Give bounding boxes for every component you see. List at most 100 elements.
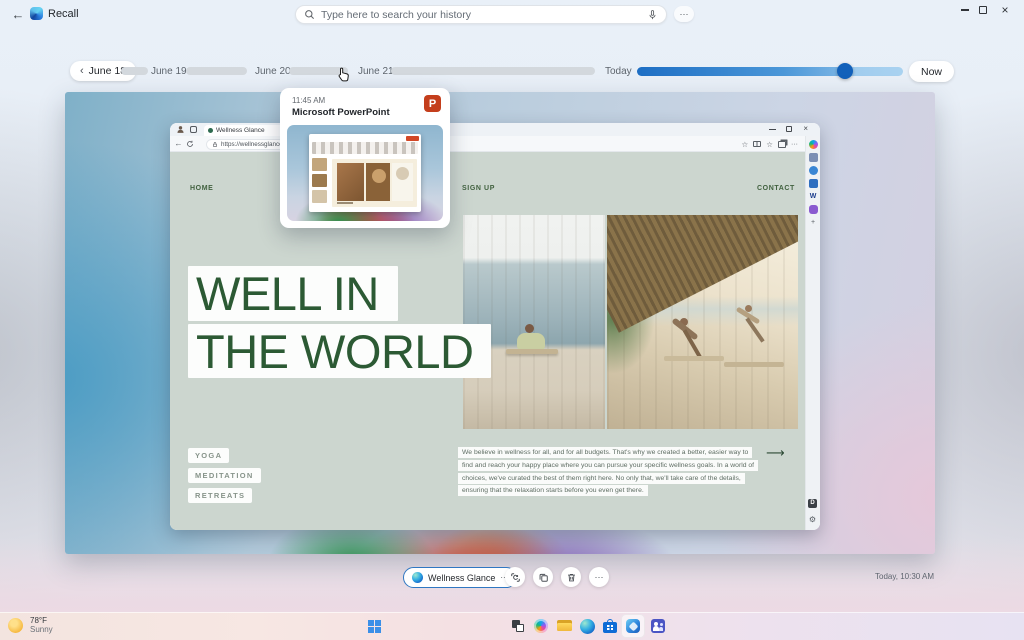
edge-button[interactable]: [577, 616, 597, 636]
tools-icon: [808, 153, 818, 162]
recall-app-window: ← Recall Type here to search your histor…: [0, 0, 1024, 640]
thumbnail-ppt-window: [309, 134, 421, 212]
browser-tab: Wellness Glance ×: [204, 125, 288, 136]
teams-icon: [651, 619, 665, 633]
toolbar-more-icon: ···: [791, 140, 798, 148]
photo-seated-yoga: [463, 215, 605, 429]
recall-taskbar-button[interactable]: [621, 614, 645, 638]
delete-button[interactable]: [561, 567, 581, 587]
open-app-label: Wellness Glance: [428, 572, 496, 583]
profile-icon: [176, 125, 185, 134]
timeline-slider-track[interactable]: [637, 67, 903, 76]
history-search-input[interactable]: Type here to search your history: [295, 5, 667, 24]
split-screen-icon: [753, 141, 762, 147]
timeline-segment[interactable]: [391, 67, 595, 75]
weather-widget[interactable]: 78°F Sunny: [8, 616, 53, 634]
lock-icon: [212, 141, 218, 148]
powerpoint-icon: P: [424, 95, 441, 112]
file-explorer-button[interactable]: [554, 616, 574, 636]
arrow-right-icon: ⟶: [766, 445, 785, 460]
powerpoint-icon-letter: P: [428, 97, 437, 110]
sidebar-add-icon: +: [810, 219, 816, 226]
windows-logo-icon: [367, 619, 381, 633]
tab-actions-icon: [190, 126, 197, 133]
back-icon: ←: [11, 6, 25, 22]
snapshot-more-icon: ···: [594, 572, 604, 582]
briefcase-icon: [808, 179, 818, 188]
photo1-figure-head: [525, 324, 535, 334]
start-button[interactable]: [364, 616, 384, 636]
recall-logo-icon: [30, 7, 43, 20]
edge-sidebar: W + D ⚙: [805, 136, 820, 530]
browser-tabstrip: Wellness Glance × ×: [170, 123, 820, 136]
now-label: Now: [921, 65, 943, 78]
sun-icon: [8, 617, 23, 633]
photo-group-yoga: [607, 215, 798, 429]
maximize-button[interactable]: [972, 3, 994, 17]
edge-taskbar-icon: [579, 618, 595, 634]
recall-snapshot[interactable]: Wellness Glance × × ← https://wellnessgl…: [65, 92, 935, 554]
menu-item-yoga: YOGA: [188, 448, 230, 463]
collections-icon: [778, 140, 786, 148]
copy-button[interactable]: [533, 567, 553, 587]
ppt-main-slide: [332, 159, 417, 207]
nav-home: HOME: [190, 185, 214, 192]
wikipedia-icon: W: [809, 193, 817, 200]
more-options-button[interactable]: ···: [674, 6, 694, 22]
taskbar: 78°F Sunny Search: [0, 612, 1024, 640]
store-icon: [603, 619, 617, 633]
browser-back-icon: ←: [174, 139, 183, 148]
browser-maximize-icon: [786, 126, 792, 132]
webpage-viewport: HOME SIGN UP CONTACT WELL IN THE WORLD Y…: [170, 152, 805, 530]
ppt-titlebar-accent: [406, 136, 419, 141]
more-icon: ···: [679, 9, 689, 19]
minimize-icon: [961, 9, 969, 11]
snapshot-timestamp: Today, 10:30 AM: [875, 572, 934, 581]
trash-icon: [567, 573, 575, 581]
timeline-date-label[interactable]: June 19: [151, 66, 187, 77]
timeline-date-label[interactable]: June 20: [255, 66, 291, 77]
maximize-icon: [979, 6, 987, 14]
search-placeholder: Type here to search your history: [321, 8, 471, 21]
now-button[interactable]: Now: [909, 61, 955, 82]
photo1-figure-body: [516, 332, 545, 350]
rescan-button[interactable]: [505, 567, 525, 587]
menu-item-retreats: RETREATS: [188, 488, 253, 503]
teams-button[interactable]: [648, 616, 668, 636]
ppt-ribbon: [312, 142, 418, 154]
favorites-icon: ☆: [741, 139, 749, 149]
store-button[interactable]: [600, 616, 620, 636]
timeline-today-label[interactable]: Today: [605, 66, 632, 77]
rescan-icon: [510, 572, 520, 582]
open-app-button[interactable]: Wellness Glance ···: [403, 567, 518, 588]
preview-thumbnail: [287, 125, 443, 221]
preview-time: 11:45 AM: [292, 96, 326, 105]
close-button[interactable]: ×: [994, 3, 1016, 17]
nav-signup: SIGN UP: [462, 185, 495, 192]
mouse-cursor-icon: [336, 66, 351, 83]
chevron-left-icon: ‹: [80, 65, 84, 77]
menu-item-meditation: MEDITATION: [188, 468, 261, 483]
browser-refresh-icon: [186, 140, 194, 148]
timeline-date-label[interactable]: June 21: [358, 66, 394, 77]
folder-icon: [556, 620, 572, 632]
back-button[interactable]: ←: [8, 4, 28, 24]
timeline-slider-thumb[interactable]: [837, 63, 853, 79]
task-view-button[interactable]: [508, 616, 528, 636]
tab-title: Wellness Glance: [216, 127, 265, 134]
headline-line-1: WELL IN: [188, 266, 398, 321]
camera-icon: [808, 166, 818, 175]
snapshot-preview-card[interactable]: 11:45 AM Microsoft PowerPoint P: [280, 88, 450, 228]
photo1-yoga-mat: [505, 348, 558, 354]
microphone-icon[interactable]: [647, 9, 658, 21]
nav-contact: CONTACT: [757, 185, 795, 192]
timeline-segment[interactable]: [186, 67, 247, 75]
timeline-segment[interactable]: [121, 67, 148, 75]
preview-app-name: Microsoft PowerPoint: [292, 107, 390, 118]
snapshot-more-button[interactable]: ···: [589, 567, 609, 587]
browser-minimize-icon: [769, 129, 776, 130]
copilot-button[interactable]: [531, 616, 551, 636]
copilot-icon: [808, 140, 818, 149]
games-icon: [808, 205, 818, 214]
close-icon: ×: [1001, 3, 1009, 17]
